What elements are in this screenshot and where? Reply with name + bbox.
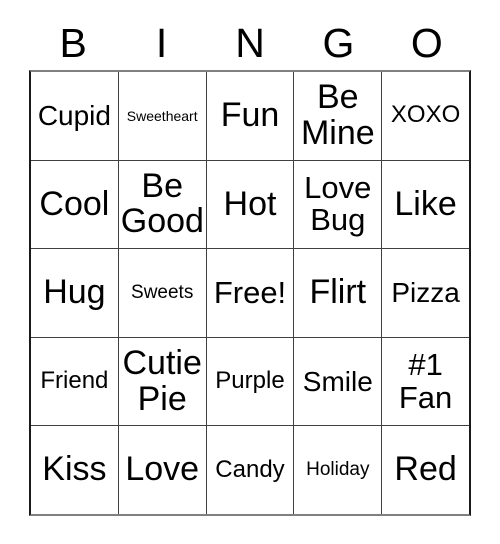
bingo-cell[interactable]: Fun	[205, 72, 294, 160]
bingo-cell[interactable]: Candy	[205, 426, 294, 514]
bingo-cell-label: Love	[125, 450, 200, 489]
bingo-cell-label: Cool	[39, 184, 110, 223]
bingo-row: Kiss Love Candy Holiday Red	[31, 425, 469, 514]
bingo-header-row: B I N G O	[29, 16, 471, 70]
bingo-cell[interactable]: Cutie Pie	[117, 337, 206, 426]
bingo-cell[interactable]: Love Bug	[293, 160, 382, 249]
bingo-cell-label: XOXO	[390, 101, 461, 129]
bingo-cell-label: Free!	[213, 274, 287, 310]
bingo-cell[interactable]: Flirt	[293, 249, 382, 337]
bingo-cell-label: Red	[394, 450, 457, 489]
bingo-cell[interactable]: Hug	[31, 249, 118, 337]
bingo-cell[interactable]: #1 Fan	[381, 337, 469, 426]
bingo-cell-label: Hot	[223, 184, 277, 223]
bingo-header-letter-i: I	[155, 19, 168, 66]
bingo-cell-label: Cupid	[37, 100, 111, 132]
bingo-cell-label: Flirt	[309, 273, 367, 312]
bingo-cell-label: Hug	[43, 273, 106, 312]
bingo-cell[interactable]: Red	[381, 426, 469, 514]
bingo-cell-label: Smile	[302, 366, 373, 398]
bingo-cell[interactable]: Smile	[293, 337, 382, 426]
bingo-card: B I N G O Cupid Sweetheart Fun Be Mine X…	[0, 0, 500, 544]
bingo-cell-label: Purple	[215, 367, 285, 395]
bingo-header-letter-n: N	[235, 19, 265, 66]
bingo-cell-label: Be Mine	[300, 78, 375, 152]
bingo-cell-free[interactable]: Free!	[205, 249, 294, 337]
bingo-cell[interactable]: Love	[117, 426, 206, 514]
bingo-cell-label: Fun	[220, 96, 280, 135]
bingo-cell-label: Sweetheart	[126, 107, 198, 124]
bingo-cell-label: Candy	[215, 455, 285, 483]
bingo-cell-label: Cutie Pie	[122, 344, 202, 418]
bingo-cell[interactable]: Hot	[205, 160, 294, 249]
bingo-row: Cupid Sweetheart Fun Be Mine XOXO	[31, 72, 469, 160]
bingo-cell-label: Kiss	[42, 450, 107, 489]
bingo-cell-label: Holiday	[306, 459, 370, 481]
bingo-cell[interactable]: Be Mine	[293, 72, 382, 160]
bingo-cell[interactable]: Holiday	[293, 426, 382, 514]
bingo-cell-label: Pizza	[391, 277, 460, 309]
bingo-cell[interactable]: Pizza	[381, 249, 469, 337]
bingo-cell[interactable]: Be Good	[117, 160, 206, 249]
bingo-cell-label: Be Good	[120, 167, 204, 241]
bingo-header-letter-b: B	[59, 19, 87, 66]
bingo-cell[interactable]: Like	[381, 160, 469, 249]
bingo-row: Hug Sweets Free! Flirt Pizza	[31, 248, 469, 337]
bingo-cell[interactable]: Sweets	[117, 249, 206, 337]
bingo-row: Cool Be Good Hot Love Bug Like	[31, 159, 469, 249]
bingo-cell-label: Like	[394, 184, 457, 223]
bingo-header-letter-o: O	[410, 19, 443, 66]
bingo-header-letter-g: G	[322, 19, 355, 66]
bingo-cell[interactable]: Purple	[205, 337, 294, 426]
bingo-cell[interactable]: Kiss	[31, 426, 118, 514]
bingo-cell[interactable]: Cupid	[31, 72, 118, 160]
bingo-cell[interactable]: Sweetheart	[117, 72, 206, 160]
bingo-row: Friend Cutie Pie Purple Smile #1 Fan	[31, 336, 469, 426]
bingo-cell[interactable]: Cool	[31, 160, 118, 249]
bingo-cell-label: #1 Fan	[398, 347, 453, 415]
bingo-cell-label: Love Bug	[304, 170, 372, 238]
bingo-grid: Cupid Sweetheart Fun Be Mine XOXO Cool B…	[29, 70, 471, 516]
bingo-cell-label: Sweets	[131, 282, 194, 304]
bingo-cell[interactable]: Friend	[31, 337, 118, 426]
bingo-cell-label: Friend	[40, 367, 109, 395]
bingo-cell[interactable]: XOXO	[381, 72, 469, 160]
